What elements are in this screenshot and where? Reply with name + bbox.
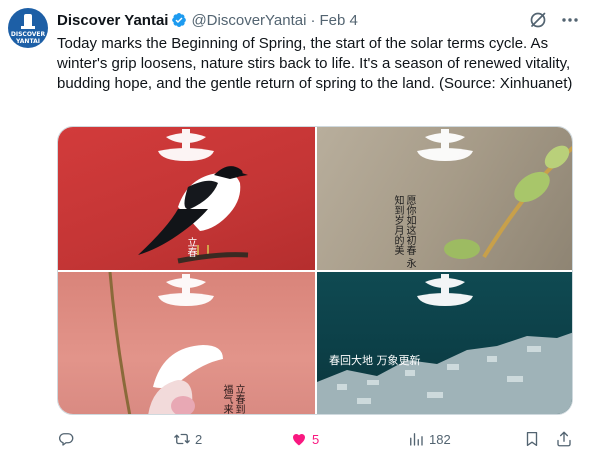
- avatar-text-line1: DISCOVER: [10, 31, 46, 38]
- avatar-text-line2: YANTAI: [16, 38, 40, 45]
- views-count: 182: [429, 431, 451, 447]
- post-date[interactable]: Feb 4: [319, 12, 357, 29]
- avatar[interactable]: DISCOVER YANTAI: [8, 8, 48, 48]
- logo-tower-icon: [21, 14, 35, 29]
- more-options-icon[interactable]: [560, 10, 580, 30]
- tweet-text: Today marks the Beginning of Spring, the…: [57, 35, 573, 92]
- repost-icon: [174, 433, 190, 445]
- tweet: DISCOVER YANTAI Discover Yantai @Discove…: [0, 0, 598, 468]
- share-icon: [557, 431, 571, 447]
- reply-button[interactable]: [57, 428, 79, 450]
- verified-badge-icon[interactable]: [171, 12, 187, 28]
- buds-illustration: [417, 129, 572, 259]
- caption-magpie: 立春: [185, 237, 196, 257]
- snow-flower-illustration: [108, 272, 223, 414]
- share-button[interactable]: [555, 428, 573, 450]
- media-image-buds[interactable]: 愿你如这初春 永知到岁月的美: [317, 127, 572, 270]
- media-image-ice[interactable]: 春回大地 万象更新: [317, 272, 572, 414]
- action-bar: 2 5 182: [57, 428, 577, 450]
- bookmark-button[interactable]: [523, 428, 541, 450]
- avatar-logo-text: DISCOVER YANTAI: [8, 31, 48, 45]
- bookmark-icon: [526, 431, 538, 447]
- media-grid[interactable]: 立春 愿你如这初春 永知到岁月的美 立春到 福气来 春回大地 万象更新: [57, 126, 573, 415]
- media-image-snow-flower[interactable]: 立春到 福气来: [58, 272, 315, 414]
- repost-button[interactable]: 2: [173, 428, 202, 450]
- ice-illustration: [317, 274, 572, 414]
- caption-buds: 愿你如这初春 永知到岁月的美: [392, 195, 415, 269]
- tweet-header: Discover Yantai @DiscoverYantai · Feb 4: [57, 10, 358, 30]
- display-name[interactable]: Discover Yantai: [57, 12, 168, 29]
- views-icon: [410, 433, 423, 446]
- like-count: 5: [312, 431, 320, 447]
- like-button[interactable]: 5: [290, 428, 319, 450]
- media-image-magpie[interactable]: 立春: [58, 127, 315, 270]
- caption-snow-flower: 立春到 福气来: [221, 384, 244, 414]
- caption-ice: 春回大地 万象更新: [329, 354, 421, 367]
- views-button[interactable]: 182: [407, 428, 451, 450]
- reply-icon: [58, 433, 74, 446]
- handle[interactable]: @DiscoverYantai: [191, 12, 306, 29]
- grok-icon[interactable]: [528, 10, 548, 30]
- repost-count: 2: [195, 431, 203, 447]
- heart-icon: [293, 433, 305, 446]
- separator-dot: ·: [310, 11, 316, 29]
